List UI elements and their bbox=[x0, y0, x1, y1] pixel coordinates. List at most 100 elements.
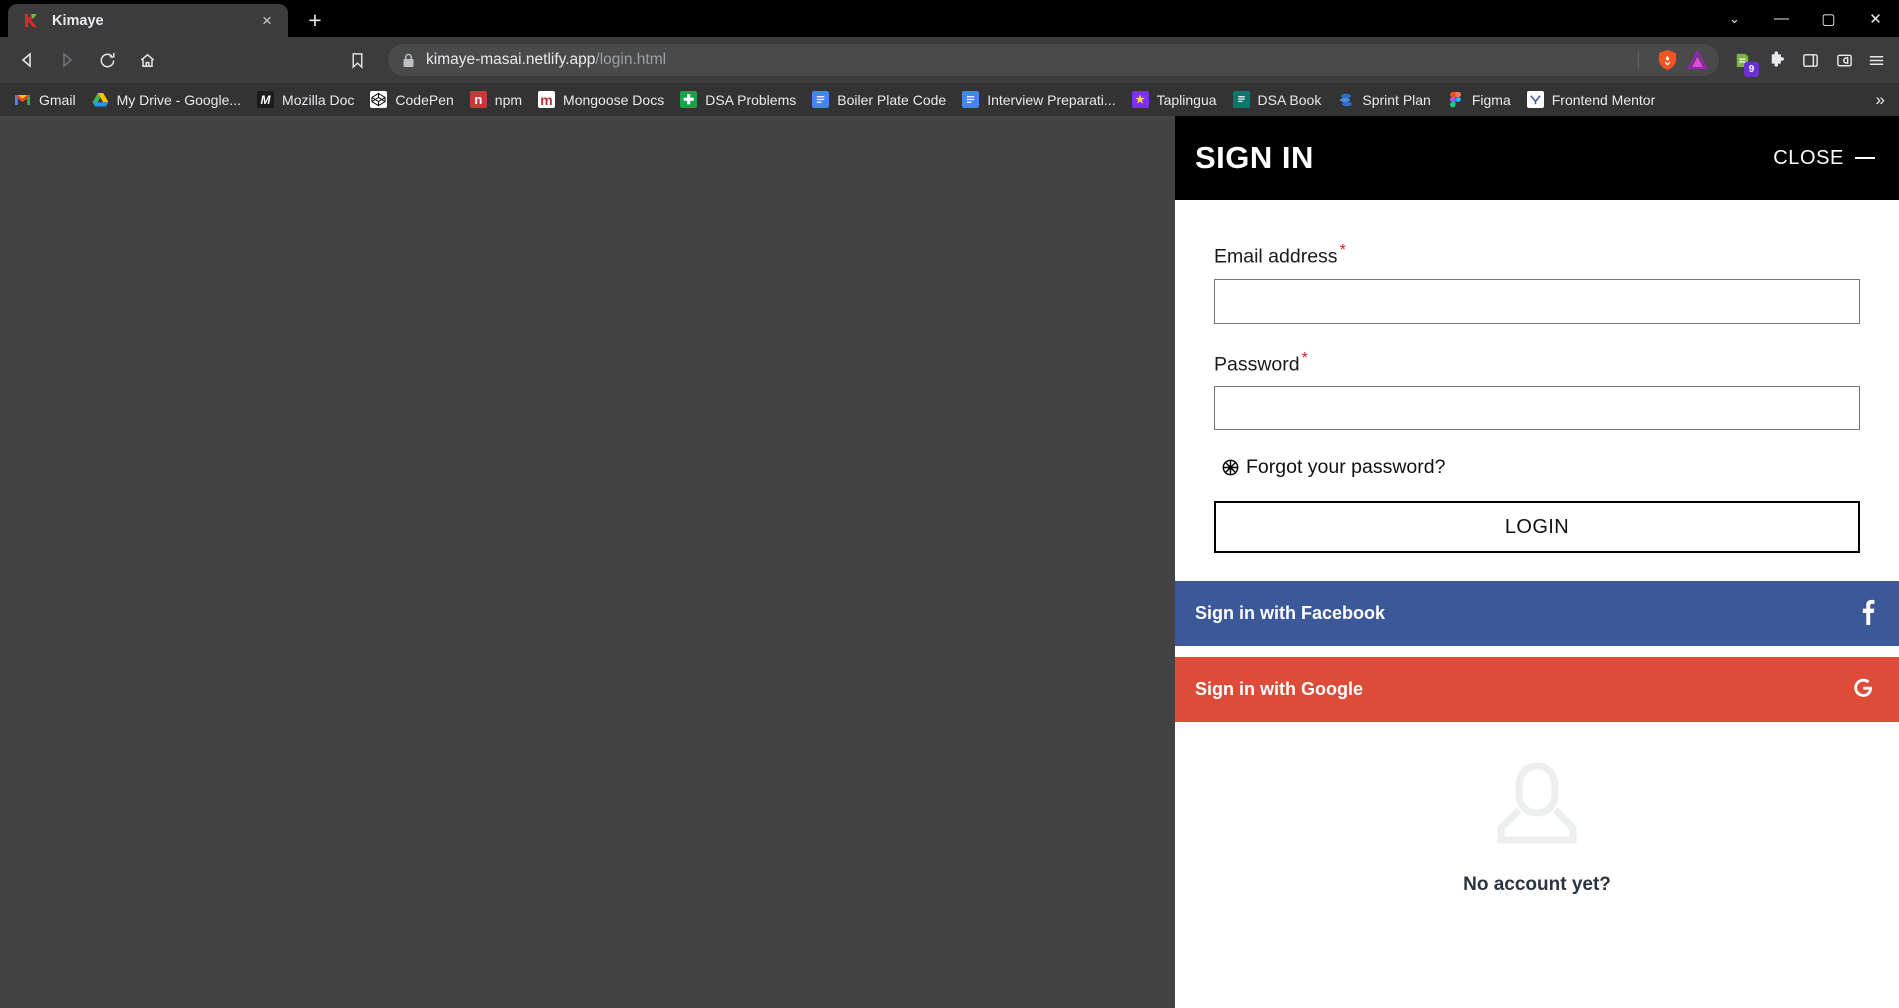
home-icon[interactable] bbox=[128, 41, 166, 79]
mongoose-icon: m bbox=[538, 91, 556, 108]
dsa-problems-icon: ✚ bbox=[680, 91, 698, 108]
bookmark-label: DSA Book bbox=[1257, 91, 1322, 108]
chevron-down-icon[interactable]: ⌄ bbox=[1711, 0, 1758, 37]
wheel-icon bbox=[1222, 459, 1239, 476]
taplingua-icon: ★ bbox=[1131, 91, 1149, 108]
dsa-book-icon bbox=[1232, 91, 1250, 108]
sidebar-icon[interactable] bbox=[1793, 43, 1827, 77]
password-input[interactable] bbox=[1214, 386, 1860, 430]
facebook-icon bbox=[1861, 599, 1875, 629]
google-docs-icon bbox=[812, 91, 830, 108]
bookmark-label: My Drive - Google... bbox=[116, 91, 242, 108]
gmail-icon bbox=[14, 91, 31, 108]
bookmark-item[interactable]: Boiler Plate Code bbox=[804, 87, 954, 113]
bookmark-label: Interview Preparati... bbox=[987, 91, 1116, 108]
sign-in-form: Email address * Password * Forgot your p… bbox=[1175, 200, 1899, 553]
google-icon bbox=[1851, 676, 1875, 704]
bookmark-label: CodePen bbox=[395, 91, 454, 108]
bookmark-item[interactable]: M Mozilla Doc bbox=[249, 87, 362, 113]
forgot-password-link[interactable]: Forgot your password? bbox=[1222, 456, 1860, 479]
bookmark-label: Figma bbox=[1471, 91, 1511, 108]
browser-tab-kimaye[interactable]: Kimaye × bbox=[8, 4, 288, 37]
page-viewport: SIGN IN CLOSE Email address* Password* bbox=[0, 116, 1899, 1008]
bookmark-label: npm bbox=[494, 91, 523, 108]
forgot-password-text: Forgot your password? bbox=[1246, 456, 1446, 478]
toolbar-right: 9 bbox=[1725, 43, 1891, 77]
no-account-text: No account yet? bbox=[1463, 874, 1611, 895]
extensions-icon[interactable] bbox=[1759, 43, 1793, 77]
password-label: Password * bbox=[1214, 350, 1860, 377]
brave-shields-icon[interactable] bbox=[1653, 46, 1681, 74]
bookmark-item[interactable]: Interview Preparati... bbox=[954, 87, 1123, 113]
bookmark-label: Mongoose Docs bbox=[563, 91, 665, 108]
maximize-button[interactable]: ▢ bbox=[1805, 0, 1852, 37]
close-window-button[interactable]: ✕ bbox=[1852, 0, 1899, 37]
email-input[interactable] bbox=[1214, 278, 1860, 324]
page-title: SIGN IN bbox=[1195, 140, 1314, 175]
window-controls: ⌄ — ▢ ✕ bbox=[1711, 0, 1899, 37]
tab-strip: Kimaye × + ⌄ — ▢ ✕ bbox=[0, 0, 1899, 37]
url-path: /login.html bbox=[595, 51, 667, 68]
extension-badge-icon[interactable]: 9 bbox=[1725, 43, 1759, 77]
browser-window: Kimaye × + ⌄ — ▢ ✕ kimaye-masai.netlify.… bbox=[0, 0, 1899, 1008]
close-panel-label: CLOSE bbox=[1773, 146, 1844, 169]
brave-wallet-icon[interactable] bbox=[1827, 43, 1861, 77]
user-avatar-icon bbox=[1489, 758, 1585, 854]
mdn-icon: M bbox=[257, 91, 275, 108]
sign-in-panel: SIGN IN CLOSE Email address* Password* bbox=[1175, 116, 1899, 1008]
close-icon[interactable]: × bbox=[256, 10, 278, 32]
no-account-section: No account yet? bbox=[1175, 722, 1899, 1008]
bookmark-item[interactable]: Figma bbox=[1439, 87, 1519, 113]
required-marker: * bbox=[1301, 349, 1308, 367]
back-icon[interactable] bbox=[8, 41, 46, 79]
bookmark-label: Frontend Mentor bbox=[1551, 91, 1656, 108]
sign-in-panel-header: SIGN IN CLOSE bbox=[1175, 116, 1899, 200]
bookmark-item[interactable]: Frontend Mentor bbox=[1519, 87, 1664, 113]
frontend-mentor-icon bbox=[1526, 91, 1544, 108]
brave-rewards-icon[interactable] bbox=[1683, 46, 1711, 74]
kimaye-logo-icon bbox=[22, 12, 39, 29]
email-label-text: Email address bbox=[1214, 245, 1338, 268]
password-label-text: Password bbox=[1214, 353, 1300, 375]
bookmark-label: Boiler Plate Code bbox=[837, 91, 947, 108]
extension-count-badge: 9 bbox=[1744, 62, 1759, 77]
reload-icon[interactable] bbox=[88, 41, 126, 79]
npm-icon: n bbox=[469, 91, 487, 108]
bookmark-label: Gmail bbox=[39, 91, 76, 108]
bookmark-item[interactable]: n npm bbox=[462, 87, 530, 113]
lock-icon bbox=[402, 53, 415, 68]
email-field-group: Email address * bbox=[1214, 242, 1860, 324]
minimize-button[interactable]: — bbox=[1758, 0, 1805, 37]
sign-in-google-button[interactable]: Sign in with Google bbox=[1175, 657, 1899, 722]
bookmark-item[interactable]: Gmail bbox=[6, 87, 84, 113]
bookmark-item[interactable]: CodePen bbox=[362, 87, 461, 113]
required-marker: * bbox=[1339, 242, 1346, 259]
hamburger-menu-icon[interactable] bbox=[1861, 43, 1891, 77]
bookmark-item[interactable]: ★ Taplingua bbox=[1124, 87, 1225, 113]
google-button-label: Sign in with Google bbox=[1195, 679, 1363, 699]
password-field-group: Password * bbox=[1214, 350, 1860, 430]
bookmark-item[interactable]: Sprint Plan bbox=[1329, 87, 1438, 113]
bookmark-label: Sprint Plan bbox=[1362, 91, 1431, 108]
bookmark-icon[interactable] bbox=[338, 41, 376, 79]
login-button[interactable]: LOGIN bbox=[1214, 501, 1860, 553]
bookmark-item[interactable]: My Drive - Google... bbox=[84, 87, 249, 113]
url-domain: kimaye-masai.netlify.app bbox=[426, 51, 596, 68]
bookmark-item[interactable]: DSA Book bbox=[1225, 87, 1330, 113]
bookmarks-bar: Gmail My Drive - Google... M Mozilla Doc bbox=[0, 83, 1899, 116]
close-panel-button[interactable]: CLOSE bbox=[1773, 147, 1875, 170]
sign-in-facebook-button[interactable]: Sign in with Facebook bbox=[1175, 581, 1899, 646]
url-text: kimaye-masai.netlify.app/login.html bbox=[426, 51, 1626, 69]
bookmarks-overflow-button[interactable]: » bbox=[1868, 90, 1893, 110]
bookmark-label: Mozilla Doc bbox=[282, 91, 355, 108]
minus-icon bbox=[1855, 157, 1875, 159]
codepen-icon bbox=[370, 91, 388, 108]
address-bar[interactable]: kimaye-masai.netlify.app/login.html bbox=[388, 44, 1719, 76]
google-drive-icon bbox=[92, 91, 109, 108]
bookmark-item[interactable]: ✚ DSA Problems bbox=[672, 87, 804, 113]
new-tab-button[interactable]: + bbox=[300, 5, 330, 35]
bookmark-label: Taplingua bbox=[1156, 91, 1217, 108]
figma-icon bbox=[1447, 91, 1464, 108]
tab-title: Kimaye bbox=[52, 12, 104, 29]
bookmark-item[interactable]: m Mongoose Docs bbox=[530, 87, 672, 113]
